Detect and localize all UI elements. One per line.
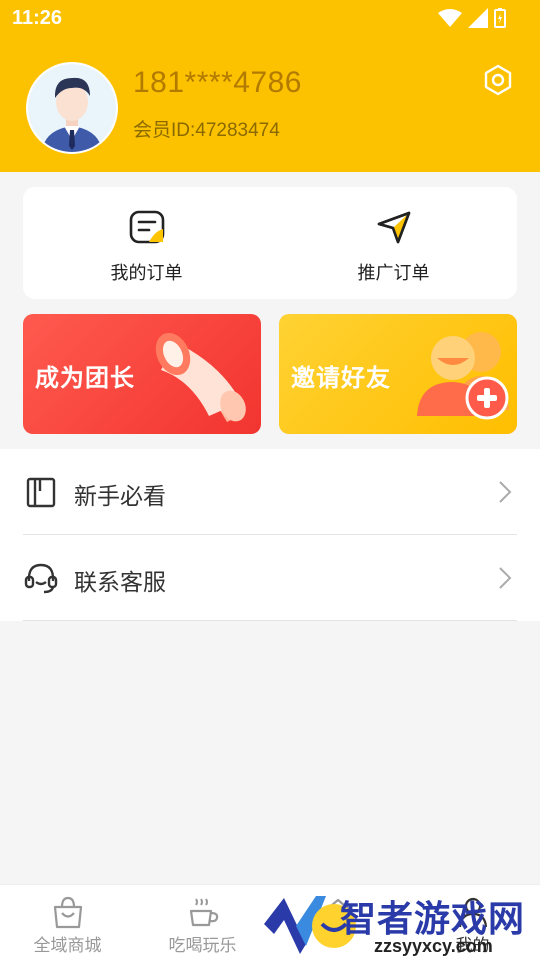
tab-label: 吃喝玩乐 <box>168 936 237 955</box>
become-leader-banner[interactable]: 成为团长 <box>23 314 261 434</box>
menu-list: 新手必看 联系客服 <box>0 449 540 621</box>
site-watermark: 智者游戏网 zzsyyxcy.com <box>258 886 540 960</box>
status-time: 11:26 <box>12 7 63 29</box>
invite-friends-label: 邀请好友 <box>291 365 391 392</box>
menu-item-beginner-guide[interactable]: 新手必看 <box>0 449 540 535</box>
avatar[interactable] <box>26 62 118 154</box>
promo-orders-button[interactable]: 推广订单 <box>270 187 517 299</box>
member-id: 会员ID:47283474 <box>133 120 280 141</box>
menu-item-label: 新手必看 <box>74 483 166 509</box>
my-orders-button[interactable]: 我的订单 <box>23 187 270 299</box>
megaphone-icon <box>155 332 246 422</box>
shopping-bag-icon <box>53 896 82 929</box>
phone-number: 181****4786 <box>133 66 302 99</box>
menu-item-customer-service[interactable]: 联系客服 <box>0 535 540 621</box>
promo-orders-label: 推广订单 <box>357 263 430 283</box>
settings-gear-icon[interactable] <box>482 64 514 96</box>
add-friends-icon <box>417 332 509 420</box>
headset-icon <box>24 563 58 594</box>
status-bar: 11:26 <box>0 0 540 36</box>
invite-friends-banner[interactable]: 邀请好友 <box>279 314 517 434</box>
watermark-title: 智者游戏网 <box>340 898 526 939</box>
status-icons <box>438 7 506 29</box>
chevron-right-icon <box>499 567 512 589</box>
paper-plane-icon <box>377 211 410 244</box>
divider <box>23 620 517 621</box>
wifi-icon <box>438 9 462 27</box>
chevron-right-icon <box>499 481 512 503</box>
tab-label: 全域商城 <box>33 936 102 955</box>
order-list-icon <box>129 210 164 244</box>
avatar-man-icon <box>28 64 116 152</box>
my-orders-label: 我的订单 <box>110 263 183 283</box>
book-icon <box>26 477 56 508</box>
menu-item-label: 联系客服 <box>74 569 166 595</box>
coffee-cup-icon <box>189 898 218 927</box>
signal-icon <box>468 8 488 28</box>
become-leader-label: 成为团长 <box>35 365 135 392</box>
battery-icon <box>494 8 506 28</box>
orders-card: 我的订单 推广订单 <box>23 187 517 299</box>
tab-mall[interactable]: 全域商城 <box>0 885 135 960</box>
watermark-url: zzsyyxcy.com <box>374 936 493 956</box>
tab-food-fun[interactable]: 吃喝玩乐 <box>135 885 270 960</box>
profile-header: 11:26 181****4786 会员ID:47283474 <box>0 0 540 172</box>
